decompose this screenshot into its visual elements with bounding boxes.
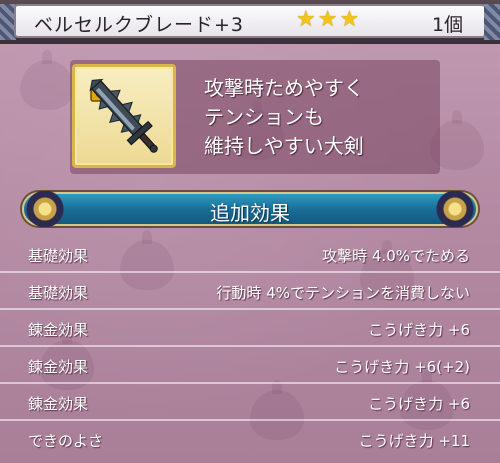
description-line: 維持しやすい大剣 <box>204 134 364 158</box>
star-icon: ★ <box>296 7 316 32</box>
stats-list: 基礎効果 攻撃時 4.0%でためる 基礎効果 行動時 4%でテンションを消費しな… <box>0 236 500 458</box>
stat-label: 基礎効果 <box>28 284 89 302</box>
stat-label: 錬金効果 <box>28 321 89 339</box>
item-header: ベルセルクブレード+3 ★ ★ ★ 1個 <box>0 0 500 44</box>
stat-value: こうげき力 +11 <box>358 432 470 450</box>
stat-value: 攻撃時 4.0%でためる <box>322 247 470 265</box>
stat-row: 錬金効果 こうげき力 +6 <box>0 310 500 347</box>
item-description: 攻撃時ためやすく テンションも 維持しやすい大剣 <box>204 74 424 161</box>
star-icon: ★ <box>339 7 360 32</box>
rarity-stars: ★ ★ ★ <box>296 8 359 32</box>
item-count: 1個 <box>432 14 464 36</box>
stat-row: 基礎効果 攻撃時 4.0%でためる <box>0 236 500 273</box>
stat-value: こうげき力 +6 <box>368 321 470 339</box>
item-name: ベルセルクブレード+3 <box>34 14 245 36</box>
stat-row: 錬金効果 こうげき力 +6(+2) <box>0 347 500 384</box>
description-line: 攻撃時ためやすく <box>204 76 364 100</box>
stat-value: こうげき力 +6(+2) <box>334 358 470 376</box>
bonus-effects-title: 追加効果 <box>210 201 290 225</box>
stat-row: 基礎効果 行動時 4%でテンションを消費しない <box>0 273 500 310</box>
stat-row: できのよさ こうげき力 +11 <box>0 421 500 458</box>
header-corner-ornament-right <box>484 4 500 40</box>
description-line: テンションも <box>204 105 324 129</box>
star-icon: ★ <box>317 7 338 32</box>
greatsword-icon <box>89 78 158 153</box>
stat-label: 錬金効果 <box>28 395 89 413</box>
stat-value: こうげき力 +6 <box>368 395 470 413</box>
item-icon-frame <box>72 64 176 168</box>
stat-row: 錬金効果 こうげき力 +6 <box>0 384 500 421</box>
item-detail-panel: ベルセルクブレード+3 ★ ★ ★ 1個 攻撃時ためやすく テンションも 維持し… <box>0 0 500 463</box>
stat-label: 錬金効果 <box>28 358 89 376</box>
stat-label: できのよさ <box>28 432 104 450</box>
stat-label: 基礎効果 <box>28 247 89 265</box>
stat-value: 行動時 4%でテンションを消費しない <box>216 284 470 302</box>
